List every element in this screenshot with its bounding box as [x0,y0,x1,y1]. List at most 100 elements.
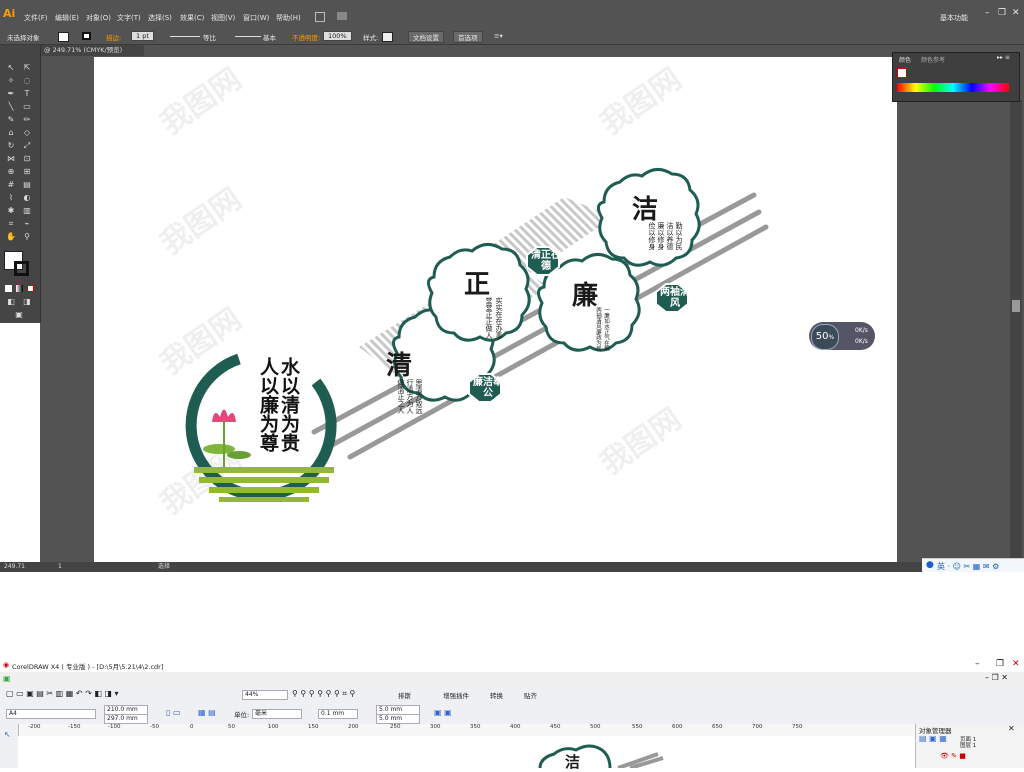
rotate-tool-icon[interactable]: ↻ [6,141,16,151]
width-tool-icon[interactable]: ⋈ [6,154,16,164]
gradient-mode-icon[interactable] [16,285,23,292]
selection-tool-icon[interactable]: ↖ [6,63,16,73]
direct-selection-tool-icon[interactable]: ⇱ [22,63,32,73]
cd-restore-icon[interactable]: ❐ [996,659,1004,669]
fill-swatch[interactable] [58,32,69,42]
artboard-number[interactable]: 1 [58,562,62,572]
perf-meter[interactable]: 50% 0K/s 0K/s [809,322,875,350]
graphic-style-swatch[interactable] [382,32,393,42]
bridge-icon[interactable] [315,12,325,22]
line-tool-icon[interactable]: ╲ [6,102,16,112]
arrange-documents-icon[interactable] [337,12,347,20]
document-setup-button[interactable]: 文档设置 [408,31,444,43]
menu-file[interactable]: 文件(F) [24,13,48,23]
gradient-tool-icon[interactable]: ▤ [22,180,32,190]
screen-mode-icon[interactable]: ▣ [14,310,24,320]
menu-effect[interactable]: 效果(C) [180,13,204,23]
preferences-button[interactable]: 首选项 [453,31,483,43]
menu-edit[interactable]: 编辑(E) [55,13,79,23]
rectangle-tool-icon[interactable]: ▭ [22,102,32,112]
color-mode-icon[interactable] [5,285,12,292]
close-icon[interactable]: ✕ [1012,8,1020,18]
cd-panel-close-icon[interactable]: ✕ [1008,724,1015,733]
panel-collapse-icon[interactable]: ▸▸ ≡ [997,54,1010,61]
minimize-icon[interactable]: – [985,8,990,18]
stroke-profile-select[interactable]: 等比 [203,32,216,42]
cd-page-height[interactable]: 297.0 mm [104,714,148,724]
zoom-tool-icon[interactable]: ⚲ [22,232,32,242]
none-mode-icon[interactable] [27,285,34,292]
cd-convert-button[interactable]: 转换 [490,690,503,700]
cd-page-layout-icons[interactable]: ▦ ▤ [198,708,216,717]
stroke-weight-field[interactable]: 1 pt [131,31,154,41]
opacity-label[interactable]: 不透明度: [292,32,320,42]
eyedropper-tool-icon[interactable]: ⌇ [6,193,16,203]
magic-wand-tool-icon[interactable]: ✧ [6,76,16,86]
menu-help[interactable]: 帮助(H) [276,13,301,23]
free-transform-tool-icon[interactable]: ⊡ [22,154,32,164]
stroke-swatch[interactable] [82,32,91,40]
ime-icons[interactable]: 英 · ☺ ✂ ▦ ✉ ⚙ [937,561,999,572]
cd-plugin-button[interactable]: 增强插件 [443,690,469,700]
perspective-grid-tool-icon[interactable]: ⊞ [22,167,32,177]
mesh-tool-icon[interactable]: # [6,180,16,190]
color-none-icon[interactable] [897,68,907,78]
tab-color-guide[interactable]: 颜色参考 [921,55,945,64]
lasso-tool-icon[interactable]: ◌ [22,76,32,86]
menu-object[interactable]: 对象(O) [86,13,111,23]
menu-window[interactable]: 窗口(W) [243,13,269,23]
type-tool-icon[interactable]: T [22,89,32,99]
document-tab[interactable]: @ 249.71% (CMYK/预览) [40,45,144,56]
color-spectrum[interactable] [897,83,1009,92]
cd-orientation-icons[interactable]: ▯ ▭ [166,708,181,717]
draw-normal-icon[interactable]: ◧ [6,297,16,307]
cd-standard-icons[interactable]: ▢ ▭ ▣ ▤ ✂ ▥ ▦ ↶ ↷ ◧ ◨ ▾ [6,689,119,698]
blend-tool-icon[interactable]: ◐ [22,193,32,203]
brush-select[interactable]: 基本 [263,32,276,42]
workspace-switcher[interactable]: 基本功能 [940,13,968,23]
cd-align-button[interactable]: 排斯 [398,690,411,700]
symbol-sprayer-tool-icon[interactable]: ✱ [6,206,16,216]
column-graph-tool-icon[interactable]: ▥ [22,206,32,216]
ime-toolbar[interactable]: ● 英 · ☺ ✂ ▦ ✉ ⚙ [922,558,1024,573]
shape-builder-tool-icon[interactable]: ⊕ [6,167,16,177]
scale-tool-icon[interactable]: ⤢ [22,141,32,151]
blob-brush-tool-icon[interactable]: ⌂ [6,128,16,138]
cd-zoom-icons[interactable]: ⚲ ⚲ ⚲ ⚲ ⚲ ⚲ ⌗ ⚲ [292,689,355,699]
cd-units-select[interactable]: 毫米 [252,709,302,719]
menu-select[interactable]: 选择(S) [148,13,172,23]
opacity-field[interactable]: 100% [323,31,352,41]
pen-tool-icon[interactable]: ✒ [6,89,16,99]
draw-behind-icon[interactable]: ◨ [22,297,32,307]
tab-color[interactable]: 颜色 [899,55,911,64]
stroke-label[interactable]: 描边: [106,32,121,42]
cd-zoom-select[interactable]: 44% [242,690,288,700]
zoom-status[interactable]: 249.71 [4,562,25,572]
slice-tool-icon[interactable]: ⌁ [22,219,32,229]
cd-paper-size-select[interactable]: A4 [6,709,96,719]
pencil-tool-icon[interactable]: ✏ [22,115,32,125]
cd-doc-window-icons[interactable]: – ❐ ✕ [985,673,1008,682]
cd-duplicate-y[interactable]: 5.0 mm [376,714,420,724]
menu-type[interactable]: 文字(T) [117,13,141,23]
cd-pick-tool-icon[interactable]: ↖ [4,730,11,739]
cd-close-icon[interactable]: ✕ [1012,659,1020,669]
cd-treat-as-filled-icons[interactable]: ▣ ▣ [434,708,452,717]
cd-minimize-icon[interactable]: – [975,659,980,669]
scroll-thumb[interactable] [1012,300,1020,312]
hand-tool-icon[interactable]: ✋ [6,232,16,242]
cd-paste-button[interactable]: 贴齐 [524,690,537,700]
vertical-scrollbar[interactable] [1010,100,1022,562]
ime-logo-icon[interactable]: ● [926,560,934,570]
menu-view[interactable]: 视图(V) [211,13,235,23]
cd-layer-visibility-icon[interactable]: 👁 ✎ ■ [940,752,966,760]
restore-icon[interactable]: ❐ [998,8,1006,18]
cd-nudge-field[interactable]: 0.1 mm [318,709,358,719]
cd-layer-node[interactable]: 图层 1 [960,741,976,749]
eraser-tool-icon[interactable]: ◇ [22,128,32,138]
artboard-tool-icon[interactable]: ⌗ [6,219,16,229]
cd-objmgr-icons[interactable]: ▤ ▣ ▦ [919,734,947,743]
paintbrush-tool-icon[interactable]: ✎ [6,115,16,125]
panel-menu-icon[interactable]: ≡▾ [494,32,503,40]
stroke-color-icon[interactable] [14,261,29,276]
